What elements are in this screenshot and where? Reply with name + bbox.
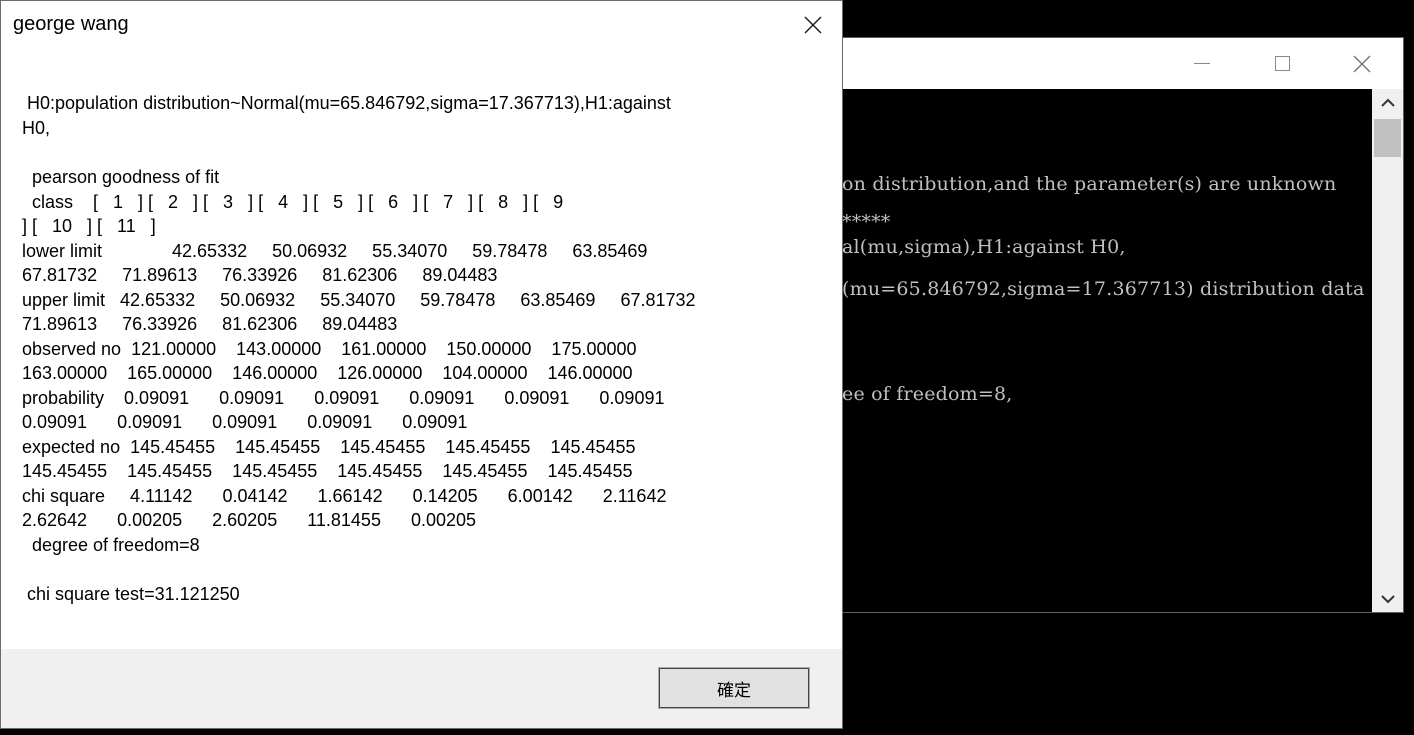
- message-line: observed no 121.00000 143.00000 161.0000…: [22, 339, 637, 359]
- dialog-footer: 確定: [1, 649, 842, 728]
- console-line: al(mu,sigma),H1:against H0,: [842, 236, 1126, 258]
- message-line: chi square test=31.121250: [22, 584, 240, 604]
- console-line: ee of freedom=8,: [842, 383, 1013, 405]
- scroll-up-button[interactable]: [1372, 89, 1403, 117]
- minimize-icon: [1194, 63, 1210, 64]
- maximize-button[interactable]: [1242, 38, 1322, 89]
- desktop: on distribution,and the parameter(s) are…: [0, 0, 1414, 735]
- message-line: 145.45455 145.45455 145.45455 145.45455 …: [22, 461, 633, 481]
- chevron-down-icon: [1380, 595, 1395, 604]
- message-dialog[interactable]: george wang H0:population distribution~N…: [0, 0, 843, 729]
- message-line: pearson goodness of fit: [22, 167, 220, 187]
- message-line: chi square 4.11142 0.04142 1.66142 0.142…: [22, 486, 667, 506]
- dialog-title: george wang: [13, 13, 129, 35]
- message-line: 0.09091 0.09091 0.09091 0.09091 0.09091: [22, 412, 468, 432]
- vertical-scrollbar[interactable]: [1372, 89, 1403, 612]
- message-line: probability 0.09091 0.09091 0.09091 0.09…: [22, 388, 665, 408]
- console-window[interactable]: on distribution,and the parameter(s) are…: [842, 37, 1404, 613]
- close-icon: [1353, 55, 1371, 72]
- console-close-button[interactable]: [1322, 38, 1402, 89]
- console-titlebar[interactable]: [842, 38, 1403, 89]
- message-line: 71.89613 76.33926 81.62306 89.04483: [22, 314, 398, 334]
- scroll-down-button[interactable]: [1372, 585, 1403, 612]
- chevron-up-icon: [1380, 98, 1395, 107]
- minimize-button[interactable]: [1162, 38, 1242, 89]
- message-line: H0,: [22, 118, 51, 138]
- ok-button[interactable]: 確定: [658, 667, 810, 709]
- message-line: expected no 145.45455 145.45455 145.4545…: [22, 437, 636, 457]
- maximize-icon: [1274, 56, 1290, 71]
- message-line: class [ 1 ] [ 2 ] [ 3 ] [ 4 ] [ 5 ] [ 6 …: [22, 192, 564, 212]
- scroll-thumb[interactable]: [1374, 119, 1401, 157]
- message-line: 163.00000 165.00000 146.00000 126.00000 …: [22, 363, 633, 383]
- message-line: ] [ 10 ] [ 11 ]: [22, 216, 156, 236]
- console-line: (mu=65.846792,sigma=17.367713) distribut…: [842, 278, 1365, 300]
- message-line: degree of freedom=8: [22, 535, 200, 555]
- message-line: H0:population distribution~Normal(mu=65.…: [22, 93, 671, 113]
- console-output: on distribution,and the parameter(s) are…: [842, 89, 1372, 612]
- message-line: 67.81732 71.89613 76.33926 81.62306 89.0…: [22, 265, 498, 285]
- close-icon: [804, 16, 822, 34]
- dialog-close-button[interactable]: [787, 3, 839, 47]
- message-line: lower limit 42.65332 50.06932 55.34070 5…: [22, 241, 648, 261]
- message-line: upper limit 42.65332 50.06932 55.34070 5…: [22, 290, 696, 310]
- console-line: *****: [842, 211, 891, 233]
- console-line: on distribution,and the parameter(s) are…: [842, 173, 1337, 195]
- message-line: 2.62642 0.00205 2.60205 11.81455 0.00205: [22, 510, 477, 530]
